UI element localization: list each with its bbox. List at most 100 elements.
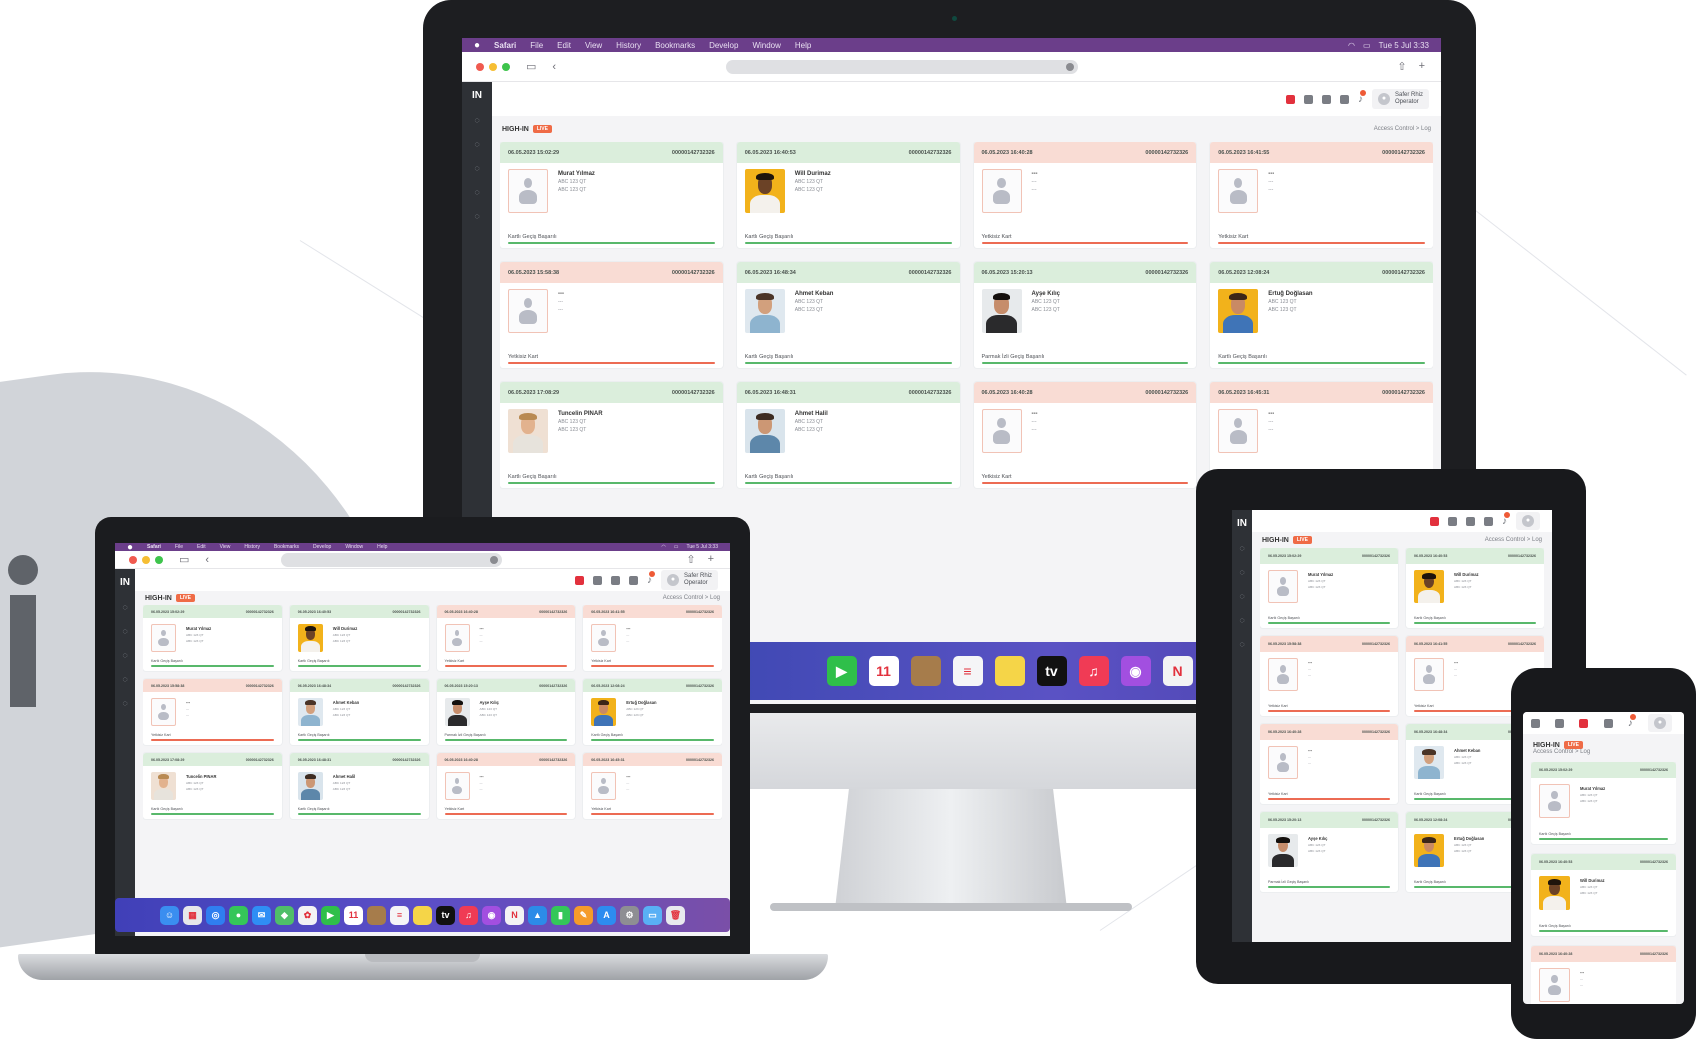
battery-icon[interactable]: ▭ [1363,41,1371,50]
breadcrumb[interactable]: Access Control > Log [1374,126,1431,132]
stop-icon[interactable] [1603,718,1613,728]
clock-icon[interactable]: ◌ [1239,615,1244,625]
wifi-icon[interactable]: ◠ [661,544,665,550]
tv-icon[interactable]: tv [1036,656,1067,686]
record-icon[interactable] [1285,94,1295,104]
pages-icon[interactable]: ✎ [574,905,593,925]
menu-item[interactable]: Safari [494,41,516,50]
close-window-button[interactable] [476,62,484,71]
access-event-card[interactable]: 06.05.2023 16:41:55 00000142732326 --- --- -… [583,605,722,671]
calendar-icon[interactable]: 11 [344,905,363,925]
monitor-icon[interactable]: ◌ [122,626,127,636]
folder-icon[interactable]: ▭ [643,905,662,925]
access-event-card[interactable]: 06.05.2023 16:40:28 00000142732326 --- --- -… [1260,724,1398,804]
menu-item[interactable]: Bookmarks [274,544,299,550]
link-icon[interactable]: ◌ [474,163,479,173]
fullscreen-icon[interactable] [1466,516,1475,526]
link-icon[interactable]: ◌ [122,650,127,660]
music-icon[interactable]: ♫ [459,905,478,925]
notes-icon[interactable] [994,656,1025,686]
access-event-card[interactable]: 06.05.2023 15:02:29 00000142732326 Murat Y… [1531,762,1676,844]
menu-item[interactable]: File [175,544,183,550]
numbers-icon[interactable]: ▮ [551,905,570,925]
access-event-card[interactable]: 06.05.2023 17:08:29 00000142732326 Tunceli… [500,382,723,488]
access-event-card[interactable]: 06.05.2023 16:40:53 00000142732326 Will Du… [289,605,429,671]
sidebar-toggle-icon[interactable]: ▭ [179,553,189,566]
fullscreen-icon[interactable] [1321,94,1331,104]
access-event-card[interactable]: 06.05.2023 15:20:13 00000142732326 Ayşe Kı… [973,262,1197,368]
launchpad-icon[interactable]: ▦ [183,905,202,925]
menu-item[interactable]: View [220,544,231,550]
music-icon[interactable]: ♫ [1078,656,1109,686]
tv-icon[interactable]: tv [436,905,455,925]
safari-icon[interactable]: ◎ [206,905,225,925]
record-icon[interactable] [1430,516,1439,526]
menu-item[interactable]: Develop [313,544,331,550]
access-event-card[interactable]: 06.05.2023 15:02:29 00000142732326 Murat Y… [1260,548,1398,628]
access-event-card[interactable]: 06.05.2023 16:40:28 00000142732326 --- --- -… [973,382,1197,488]
keynote-icon[interactable]: ▲ [528,905,547,925]
gear-icon[interactable]: ⚙ [620,905,639,925]
bell-icon[interactable]: ♪ [1502,511,1510,527]
menu-item[interactable]: Help [377,544,387,550]
podcast-icon[interactable]: ◉ [482,905,501,925]
access-event-card[interactable]: 06.05.2023 15:58:38 00000142732326 --- --- -… [1260,636,1398,716]
access-event-card[interactable]: 06.05.2023 16:40:28 00000142732326 --- --- -… [436,753,576,819]
finder-icon[interactable]: ☺ [160,905,179,925]
theme-icon[interactable] [1484,516,1493,526]
video-icon[interactable]: ▶ [826,656,857,686]
breadcrumb[interactable]: Access Control > Log [663,595,720,601]
back-icon[interactable]: ‹ [205,554,209,566]
access-event-card[interactable]: 06.05.2023 16:40:28 00000142732326 --- --- -… [1531,946,1676,1004]
access-event-card[interactable]: 06.05.2023 16:40:53 00000142732326 Will Du… [1406,548,1544,628]
access-event-card[interactable]: 06.05.2023 12:08:24 00000142732326 Ertuğ D… [583,679,722,745]
mail-icon[interactable]: ✉ [252,905,271,925]
minimize-window-button[interactable] [489,62,497,71]
search-icon[interactable] [1555,718,1565,728]
bell-icon[interactable]: ♪ [647,570,655,586]
access-event-card[interactable]: 06.05.2023 16:48:34 00000142732326 Ahmet K… [736,262,960,368]
menu-item[interactable]: File [530,41,543,50]
breadcrumb[interactable]: Access Control > Log [1533,749,1590,755]
battery-icon[interactable]: ▭ [674,544,679,550]
dashboard-icon[interactable]: ◌ [1239,543,1244,553]
user-menu[interactable]: ● Safer Rhiz Operator [1371,89,1429,109]
appstore-icon[interactable]: A [597,905,616,925]
notes-icon[interactable] [413,905,432,925]
podcast-icon[interactable]: ◉ [1120,656,1151,686]
share-icon[interactable]: ⇧ [1397,60,1406,73]
monitor-icon[interactable]: ◌ [1239,567,1244,577]
bell-icon[interactable]: ♪ [1358,89,1366,105]
breadcrumb[interactable]: Access Control > Log [1485,537,1542,543]
clock-icon[interactable]: ◌ [474,187,479,197]
wifi-icon[interactable]: ◠ [1348,41,1355,50]
access-event-card[interactable]: 06.05.2023 16:40:53 00000142732326 Will Du… [736,142,960,248]
trash-icon[interactable]: 🗑 [666,905,685,925]
menu-item[interactable]: Develop [709,41,738,50]
reload-icon[interactable] [490,556,498,564]
share-icon[interactable]: ⇧ [686,553,695,566]
video-icon[interactable]: ▶ [321,905,340,925]
menu-item[interactable]: Window [345,544,363,550]
calendar-icon[interactable]: 11 [868,656,899,686]
stop-icon[interactable] [592,575,602,585]
link-icon[interactable]: ◌ [1239,591,1244,601]
access-event-card[interactable]: 06.05.2023 16:48:31 00000142732326 Ahmet H… [289,753,429,819]
fullscreen-icon[interactable] [610,575,620,585]
access-event-card[interactable]: 06.05.2023 16:41:55 00000142732326 --- --- -… [1210,142,1433,248]
news-icon[interactable]: N [505,905,524,925]
access-event-card[interactable]: 06.05.2023 15:02:29 00000142732326 Murat Y… [500,142,723,248]
back-icon[interactable]: ‹ [552,61,556,73]
list-icon[interactable]: ≡ [952,656,983,686]
access-event-card[interactable]: 06.05.2023 15:58:38 00000142732326 --- --- -… [500,262,723,368]
folder-icon[interactable] [910,656,941,686]
dashboard-icon[interactable]: ◌ [122,602,127,612]
new-tab-icon[interactable]: + [708,553,714,566]
user-menu[interactable]: ● Safer Rhiz Operator [660,570,718,590]
reload-icon[interactable] [1066,63,1074,71]
access-event-card[interactable]: 06.05.2023 16:40:28 00000142732326 --- --- -… [973,142,1197,248]
menu-item[interactable]: View [585,41,602,50]
stop-icon[interactable] [1303,94,1313,104]
stop-icon[interactable] [1448,516,1457,526]
settings-icon[interactable]: ◌ [1239,639,1244,649]
